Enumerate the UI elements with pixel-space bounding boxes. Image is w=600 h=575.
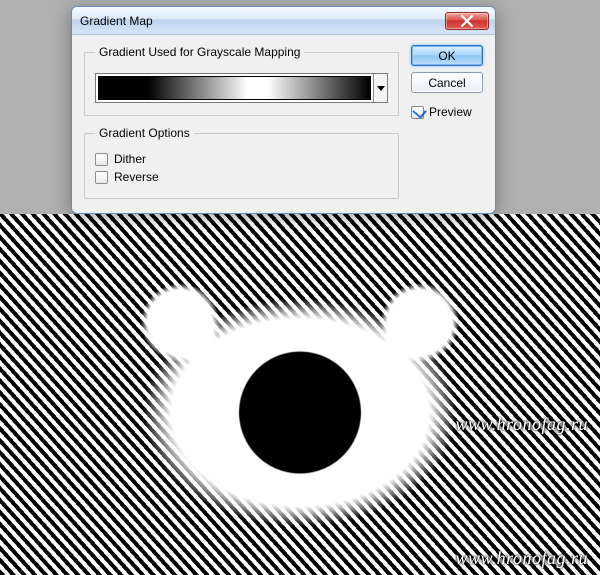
- titlebar[interactable]: Gradient Map: [72, 7, 495, 35]
- dither-label: Dither: [114, 152, 146, 166]
- gradient-options-legend: Gradient Options: [95, 126, 194, 140]
- preview-label: Preview: [429, 105, 472, 119]
- preview-checkbox[interactable]: [411, 106, 424, 119]
- gradient-options-group: Gradient Options Dither Reverse: [84, 126, 399, 199]
- reverse-checkbox[interactable]: [95, 171, 108, 184]
- gradient-map-dialog: Gradient Map Gradient Used for Grayscale…: [71, 6, 496, 214]
- gradient-picker[interactable]: [95, 73, 388, 103]
- watermark-text: www.hronofag.ru: [455, 548, 588, 569]
- chevron-down-icon: [377, 86, 385, 91]
- watermark-text: www.hronofag.ru: [455, 414, 588, 435]
- gradient-mapping-group: Gradient Used for Grayscale Mapping: [84, 45, 399, 116]
- close-button[interactable]: [445, 12, 489, 30]
- document-canvas: www.hronofag.ru www.hronofag.ru: [0, 214, 600, 575]
- reverse-label: Reverse: [114, 170, 159, 184]
- ok-button[interactable]: OK: [411, 45, 483, 66]
- dialog-title: Gradient Map: [80, 14, 445, 28]
- cancel-button[interactable]: Cancel: [411, 72, 483, 93]
- gradient-dropdown-button[interactable]: [373, 74, 387, 102]
- gradient-mapping-legend: Gradient Used for Grayscale Mapping: [95, 45, 304, 59]
- cancel-button-label: Cancel: [428, 76, 465, 90]
- ok-button-label: OK: [438, 49, 455, 63]
- kitten-image: www.hronofag.ru www.hronofag.ru: [0, 214, 600, 575]
- dither-checkbox[interactable]: [95, 153, 108, 166]
- close-icon: [461, 15, 473, 27]
- gradient-preview-bar[interactable]: [98, 76, 371, 100]
